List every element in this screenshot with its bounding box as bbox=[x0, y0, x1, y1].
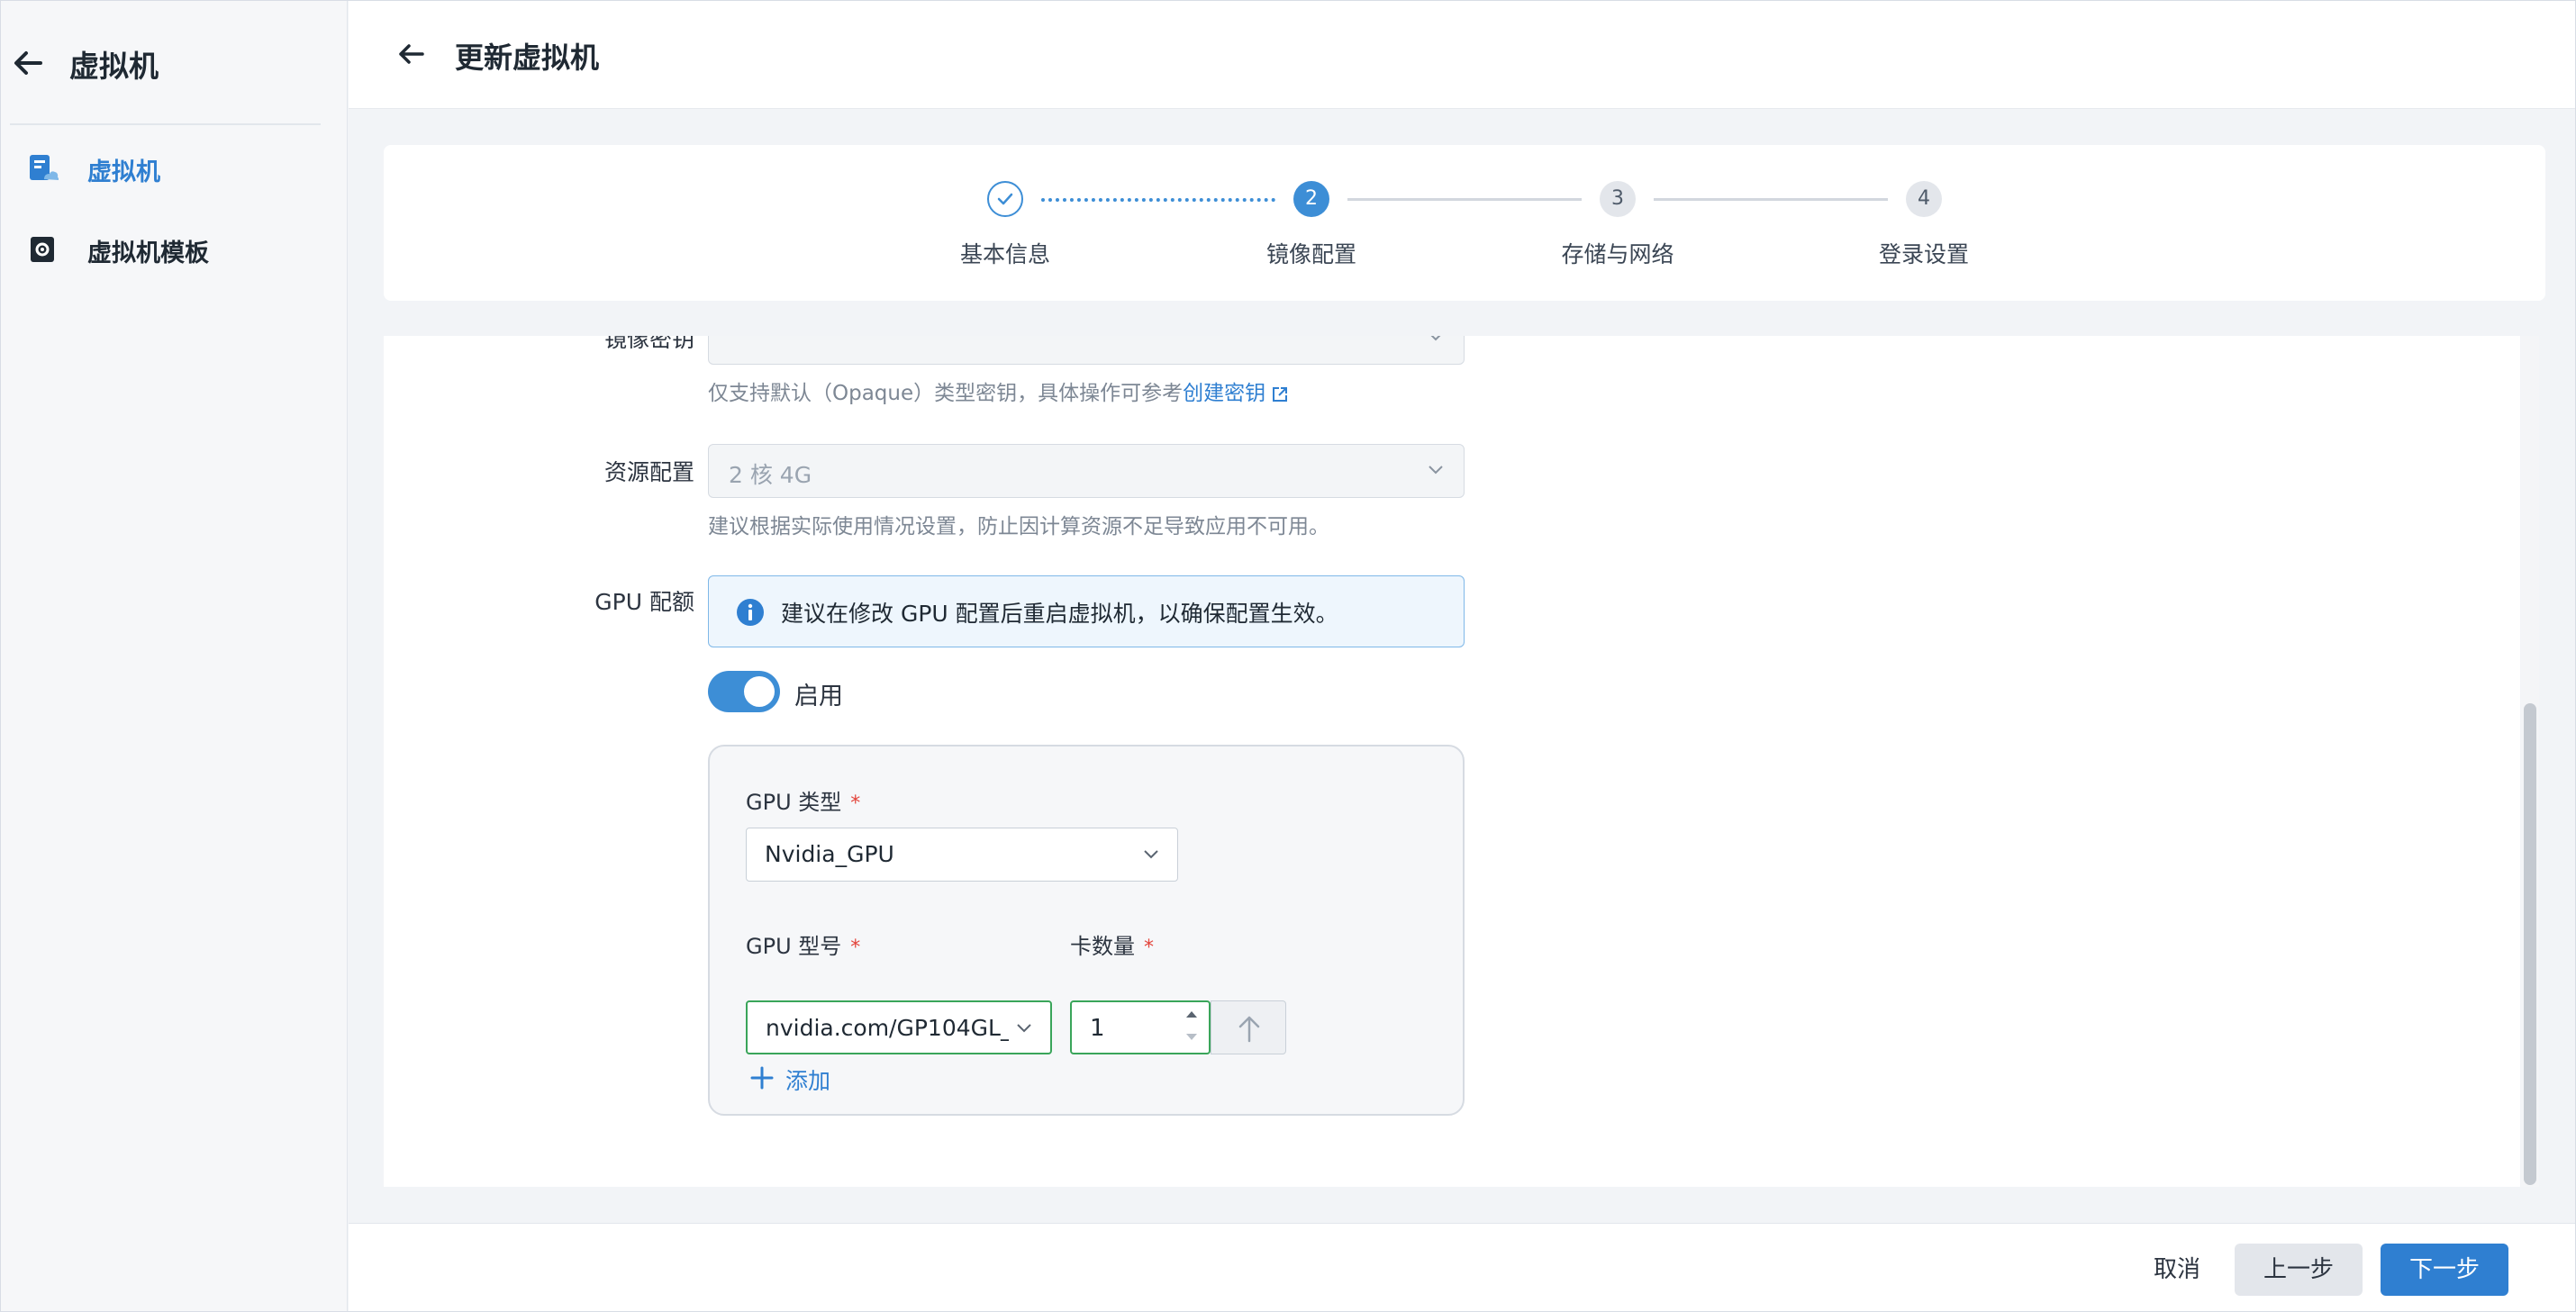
toggle-knob bbox=[744, 676, 775, 707]
step-number: 2 bbox=[1293, 181, 1329, 217]
footer-bar: 取消 上一步 下一步 bbox=[349, 1223, 2575, 1311]
required-mark: * bbox=[850, 792, 861, 815]
chevron-down-icon bbox=[1430, 336, 1441, 341]
gpu-count-input[interactable]: 1 bbox=[1070, 1000, 1211, 1054]
image-secret-select[interactable] bbox=[708, 336, 1465, 365]
scrollbar[interactable] bbox=[2524, 703, 2536, 1185]
gpu-model-select[interactable]: nvidia.com/GP104GL_ bbox=[746, 1000, 1052, 1054]
chevron-down-icon bbox=[1144, 850, 1158, 859]
gpu-model-label: GPU 型号 * bbox=[746, 928, 860, 960]
page-title: 更新虚拟机 bbox=[455, 41, 600, 75]
image-secret-hint: 仅支持默认（Opaque）类型密钥，具体操作可参考创建密钥 bbox=[708, 376, 1289, 406]
select-value: nvidia.com/GP104GL_ bbox=[766, 1015, 1009, 1041]
step-login-settings: 4 登录设置 bbox=[1834, 145, 2014, 301]
select-value: 2 核 4G bbox=[729, 462, 812, 488]
required-mark: * bbox=[1144, 936, 1154, 959]
label-text: 卡数量 bbox=[1070, 934, 1135, 959]
hint-text: 仅支持默认（Opaque）类型密钥，具体操作可参考 bbox=[708, 382, 1184, 405]
toggle-label: 启用 bbox=[794, 683, 843, 710]
cancel-button[interactable]: 取消 bbox=[2114, 1244, 2240, 1296]
step-storage-network: 3 存储与网络 bbox=[1528, 145, 1708, 301]
external-link-icon[interactable] bbox=[1271, 385, 1289, 403]
vm-icon bbox=[30, 155, 59, 180]
label-text: GPU 型号 bbox=[746, 934, 842, 959]
previous-step-button[interactable]: 上一步 bbox=[2235, 1244, 2363, 1296]
chevron-down-icon bbox=[1429, 466, 1443, 475]
back-arrow-icon[interactable] bbox=[10, 45, 46, 81]
gpu-enable-toggle[interactable] bbox=[708, 671, 780, 712]
sidebar-item-vm[interactable]: 虚拟机 bbox=[1, 132, 348, 204]
input-value: 1 bbox=[1090, 1015, 1105, 1042]
gpu-type-label: GPU 类型 * bbox=[746, 784, 860, 816]
back-arrow-icon[interactable] bbox=[394, 37, 428, 71]
increment-icon[interactable] bbox=[1184, 1008, 1200, 1020]
required-mark: * bbox=[850, 936, 861, 959]
check-icon bbox=[997, 193, 1013, 205]
create-secret-link[interactable]: 创建密钥 bbox=[1183, 382, 1265, 405]
info-icon bbox=[737, 599, 764, 626]
decrement-icon[interactable] bbox=[1184, 1031, 1200, 1044]
sidebar: 虚拟机 虚拟机 虚拟机模板 bbox=[1, 1, 348, 1311]
alert-text: 建议在修改 GPU 配置后重启虚拟机，以确保配置生效。 bbox=[781, 601, 1338, 627]
gpu-config-box: GPU 类型 * Nvidia_GPU GPU 型号 * nvidia.com/GP… bbox=[708, 745, 1465, 1116]
form-panel: 镜像密钥 仅支持默认（Opaque）类型密钥，具体操作可参考创建密钥 资源配置 … bbox=[384, 336, 2520, 1187]
page-header: 更新虚拟机 bbox=[349, 1, 2575, 109]
chevron-down-icon bbox=[1017, 1024, 1031, 1033]
stepper: 基本信息 2 镜像配置 3 存储与网络 4 登录设置 bbox=[384, 145, 2545, 301]
sidebar-item-label: 虚拟机模板 bbox=[87, 240, 209, 267]
step-basic-info: 基本信息 bbox=[915, 145, 1095, 301]
add-label: 添加 bbox=[785, 1068, 831, 1094]
app-window: 虚拟机 虚拟机 虚拟机模板 更新虚拟机 基本信息 2 镜像配置 3 存储与网络 … bbox=[0, 0, 2576, 1312]
step-image-config: 2 镜像配置 bbox=[1221, 145, 1401, 301]
resource-label: 资源配置 bbox=[603, 459, 694, 485]
vm-template-icon bbox=[31, 237, 54, 262]
resource-select[interactable]: 2 核 4G bbox=[708, 444, 1465, 498]
step-label: 存储与网络 bbox=[1561, 241, 1674, 267]
step-label: 镜像配置 bbox=[1265, 241, 1356, 267]
sidebar-header: 虚拟机 bbox=[1, 1, 348, 123]
step-done-circle bbox=[987, 181, 1023, 217]
arrow-up-icon bbox=[1238, 1016, 1260, 1043]
step-label: 基本信息 bbox=[959, 241, 1050, 267]
select-value: Nvidia_GPU bbox=[765, 841, 894, 867]
gpu-quota-label: GPU 配额 bbox=[594, 589, 694, 615]
gpu-type-select[interactable]: Nvidia_GPU bbox=[746, 828, 1178, 882]
sidebar-item-vm-template[interactable]: 虚拟机模板 bbox=[1, 213, 348, 285]
step-number: 4 bbox=[1906, 181, 1942, 217]
label-text: GPU 类型 bbox=[746, 790, 842, 815]
gpu-info-alert: 建议在修改 GPU 配置后重启虚拟机，以确保配置生效。 bbox=[708, 575, 1465, 647]
sidebar-item-label: 虚拟机 bbox=[87, 158, 160, 186]
image-secret-label: 镜像密钥 bbox=[603, 336, 694, 352]
sidebar-title: 虚拟机 bbox=[69, 49, 159, 84]
next-step-button[interactable]: 下一步 bbox=[2381, 1244, 2508, 1296]
move-up-button[interactable] bbox=[1211, 1000, 1286, 1054]
plus-icon bbox=[750, 1066, 774, 1090]
step-label: 登录设置 bbox=[1878, 241, 1969, 267]
step-number: 3 bbox=[1600, 181, 1636, 217]
gpu-count-label: 卡数量 * bbox=[1070, 928, 1154, 960]
sidebar-divider bbox=[10, 123, 321, 125]
resource-hint: 建议根据实际使用情况设置，防止因计算资源不足导致应用不可用。 bbox=[708, 515, 1329, 538]
